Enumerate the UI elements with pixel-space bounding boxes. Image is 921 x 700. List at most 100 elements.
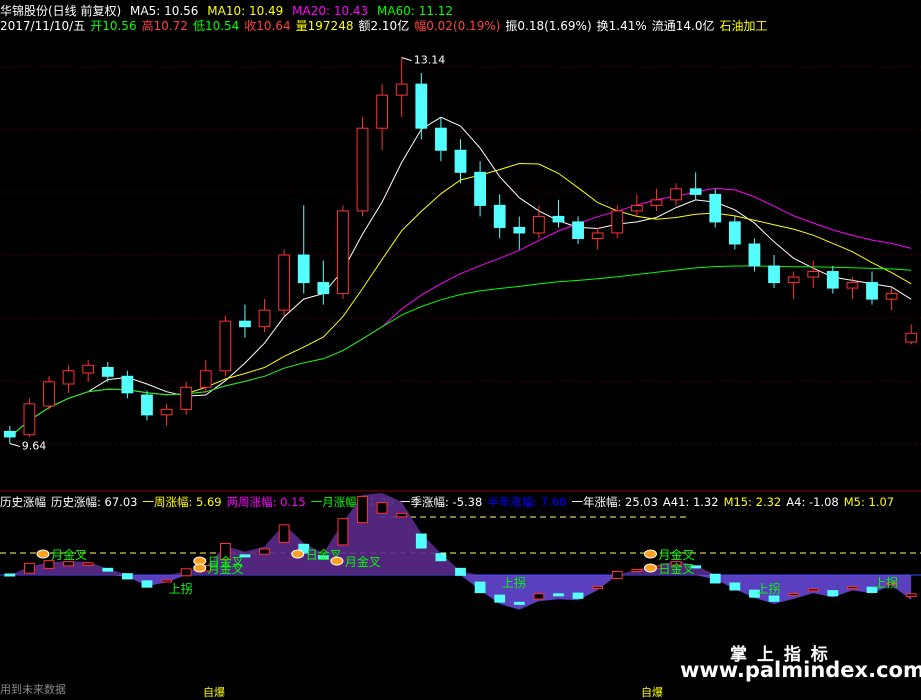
candle-body <box>297 254 310 284</box>
bottom-mark-b: 自爆 <box>641 686 663 699</box>
candle-body <box>611 210 624 234</box>
candle-body <box>552 215 565 223</box>
candle-body <box>82 364 95 374</box>
candle-body <box>572 221 584 239</box>
indicator-candle <box>63 561 74 567</box>
candle-body <box>278 254 291 311</box>
high-price-label: 13.14 <box>414 54 446 67</box>
candle-body <box>415 83 428 129</box>
candle-body <box>337 210 349 295</box>
candle-body <box>630 204 643 212</box>
candle-body <box>670 188 682 201</box>
candle-body <box>905 332 918 343</box>
indicator-candle <box>23 562 35 574</box>
candle-body <box>23 403 36 436</box>
indicator-candle <box>553 593 564 597</box>
candle-body <box>356 127 369 212</box>
candle-body <box>376 94 389 129</box>
indicator-candle <box>4 573 16 577</box>
indicator-candle <box>592 585 604 589</box>
candle-body <box>43 381 55 407</box>
signal-marker-icon <box>330 556 344 566</box>
candle-body <box>689 188 702 195</box>
indicator-candle <box>102 567 114 572</box>
candle-body <box>787 276 800 284</box>
candle-body <box>591 232 604 239</box>
indicator-candle <box>357 495 368 524</box>
indicator-candle <box>494 594 506 603</box>
indicator-candle <box>82 562 94 566</box>
indicator-candle <box>415 533 427 549</box>
signal-marker-icon <box>36 549 50 559</box>
candle-body <box>493 204 506 228</box>
indicator-candle <box>827 590 839 597</box>
future-data-note: 用到未来数据 <box>0 683 66 696</box>
candle-body <box>454 149 467 173</box>
signal-marker-icon <box>193 563 207 573</box>
candle-body <box>709 193 722 223</box>
candle-body <box>317 282 330 295</box>
candle-body <box>650 199 663 206</box>
low-pointer <box>9 443 20 448</box>
candle-body <box>435 127 447 151</box>
low-price-label: 9.64 <box>22 440 47 453</box>
indicator-candle <box>709 573 721 584</box>
high-pointer <box>401 57 412 62</box>
candle-body <box>3 430 16 438</box>
indicator-candle <box>259 548 270 555</box>
signal-label: 月金叉 <box>658 547 694 562</box>
candle-body <box>258 309 271 328</box>
watermark-url: www.palmindex.com <box>680 658 921 682</box>
candle-body <box>846 282 859 289</box>
signal-label: 月金叉 <box>345 554 381 569</box>
signal-marker-icon <box>643 563 657 573</box>
candle-body <box>826 271 839 289</box>
signal-label: 月金叉 <box>208 561 244 576</box>
signal-label: 上拐 <box>874 575 898 590</box>
candle-body <box>532 215 545 234</box>
indicator-candle <box>435 553 447 562</box>
candle-body <box>219 320 232 372</box>
indicator-candle <box>337 518 349 546</box>
indicator-candle <box>278 524 290 543</box>
indicator-candle <box>121 573 133 580</box>
candle-body <box>62 370 75 385</box>
candle-body <box>395 83 408 96</box>
indicator-candle <box>513 601 525 605</box>
indicator-candle <box>788 593 800 597</box>
signal-marker-icon <box>643 549 657 559</box>
indicator-candle <box>847 586 858 590</box>
indicator-candle <box>141 580 153 588</box>
candle-body <box>474 171 486 206</box>
indicator-candle <box>905 593 917 598</box>
candle-body <box>748 243 761 267</box>
signal-label: 上拐 <box>502 575 526 590</box>
indicator-candle <box>376 502 388 514</box>
candle-body <box>199 370 212 388</box>
indicator-candle <box>180 568 192 577</box>
candle-body <box>101 366 114 377</box>
candle-body <box>121 375 134 394</box>
indicator-candle <box>474 581 486 594</box>
candle-body <box>807 271 820 278</box>
indicator-candle <box>455 567 466 576</box>
candle-body <box>728 221 741 245</box>
indicator-candle <box>396 512 408 518</box>
candle-body <box>141 394 153 416</box>
indicator-candle <box>572 592 584 599</box>
indicator-candle <box>807 588 819 592</box>
candle-body <box>885 293 898 300</box>
signal-marker-icon <box>291 549 305 559</box>
signal-label: 月金叉 <box>51 547 87 562</box>
signal-label: 上拐 <box>169 581 193 596</box>
candle-body <box>160 408 173 416</box>
indicator-candle <box>729 582 741 591</box>
signal-label: 日金叉 <box>658 561 694 576</box>
signal-label: 上拐 <box>756 581 780 596</box>
kline-chart[interactable]: 13.149.64月金叉 日金叉月金叉日金叉 月金叉 日金叉月金叉上拐 上拐 上拐 上拐 <box>0 0 921 696</box>
indicator-candle <box>611 571 623 579</box>
indicator-band-upper <box>9 493 912 575</box>
candle-body <box>866 282 878 300</box>
candle-body <box>180 386 193 410</box>
indicator-candle <box>533 593 545 600</box>
